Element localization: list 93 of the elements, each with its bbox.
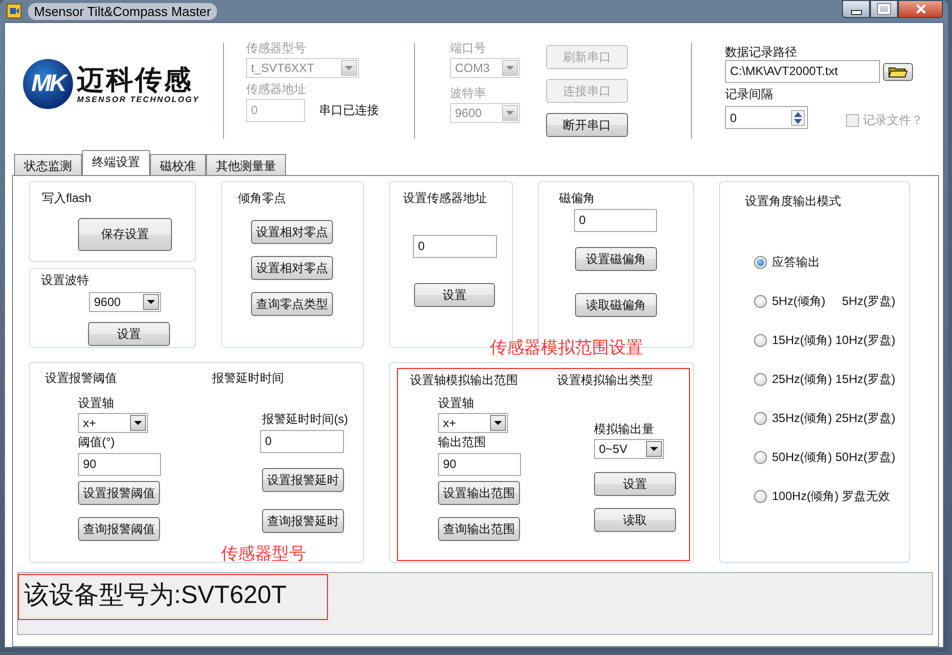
label: 传感器型号 <box>246 41 307 56</box>
annotation-text: 传感器模拟范围设置 <box>490 338 643 358</box>
dropdown[interactable]: 0~5V <box>594 439 664 459</box>
button[interactable]: 查询零点类型 <box>251 292 333 316</box>
radio-label: 50Hz(倾角) 50Hz(罗盘) <box>772 448 896 466</box>
button[interactable]: 设置报警延时 <box>262 468 344 492</box>
label: 传感器地址 <box>246 82 307 97</box>
button[interactable]: 设置 <box>594 472 676 496</box>
label: 数据记录路径 <box>725 45 798 60</box>
radio-label: 35Hz(倾角) 25Hz(罗盘) <box>772 410 896 426</box>
radio-button[interactable] <box>754 256 767 268</box>
button[interactable]: 设置相对零点 <box>251 220 333 244</box>
connection-status: 串口已连接 <box>319 102 379 119</box>
spinner-field[interactable]: 0 <box>725 106 808 129</box>
radio-label: 25Hz(倾角) 15Hz(罗盘) <box>772 370 896 388</box>
close-button[interactable] <box>898 0 943 18</box>
caret-icon <box>345 66 353 70</box>
input-field[interactable]: 0 <box>574 209 657 232</box>
radio-button[interactable] <box>754 490 767 502</box>
input-field[interactable]: 0 <box>413 235 497 258</box>
annotation-text: 传感器型号 <box>221 544 306 564</box>
input-field[interactable]: 90 <box>78 453 161 476</box>
radio-button[interactable] <box>754 372 767 386</box>
up-arrow-icon <box>794 112 802 116</box>
input-field[interactable]: C:\MK\AVT2000T.txt <box>725 60 880 83</box>
panel-title: 设置模拟输出类型 <box>557 373 653 388</box>
radio-label: 15Hz(倾角) 10Hz(罗盘) <box>772 332 896 348</box>
button[interactable]: 设置 <box>414 283 495 307</box>
window-title: Msensor Tilt&Compass Master <box>28 2 217 20</box>
maximize-button[interactable] <box>870 0 898 18</box>
caret-icon <box>134 421 142 425</box>
folder-button[interactable] <box>883 62 913 80</box>
panel-title: 设置报警阈值 <box>45 371 117 386</box>
button[interactable]: 查询报警阈值 <box>78 517 160 541</box>
panel-title: 设置传感器地址 <box>403 191 488 206</box>
logo-tagline: MSENSOR TECHNOLOGY <box>77 94 200 104</box>
radio-label: 100Hz(倾角) 罗盘无效 <box>772 488 890 504</box>
button[interactable]: 查询输出范围 <box>438 517 520 541</box>
button[interactable]: 设置报警阈值 <box>78 481 160 505</box>
caret-icon <box>147 300 155 304</box>
dropdown[interactable]: 9600 <box>89 292 161 312</box>
down-arrow-icon <box>794 118 802 124</box>
panel-title: 磁偏角 <box>559 191 596 206</box>
button[interactable]: 设置磁偏角 <box>575 247 657 271</box>
panel-title: 设置角度输出模式 <box>745 194 842 209</box>
panel-title: 报警延时时间 <box>212 371 284 386</box>
label: 记录间隔 <box>725 87 774 102</box>
close-icon <box>916 4 926 14</box>
dropdown[interactable]: x+ <box>438 413 508 433</box>
caret-icon <box>506 66 514 70</box>
input-field[interactable]: 90 <box>438 453 521 476</box>
button[interactable]: 读取 <box>594 508 676 532</box>
button[interactable]: 保存设置 <box>78 218 172 251</box>
label: 设置轴 <box>438 396 474 411</box>
button[interactable]: 查询报警延时 <box>262 509 344 533</box>
logo-badge: MK <box>23 59 73 109</box>
caret-icon <box>650 447 658 451</box>
tab[interactable]: 终端设置 <box>82 150 150 176</box>
label: 设置轴 <box>78 396 114 411</box>
panel-title: 倾角零点 <box>238 191 287 206</box>
radio-button[interactable] <box>754 334 767 346</box>
tab[interactable]: 磁校准 <box>150 154 206 175</box>
button[interactable]: 读取磁偏角 <box>575 293 657 317</box>
checkbox-label: 记录文件？ <box>863 112 923 129</box>
tab[interactable]: 状态监测 <box>14 154 82 175</box>
tab[interactable]: 其他测量量 <box>206 154 286 175</box>
label: 波特率 <box>450 86 487 101</box>
radio-button[interactable] <box>754 450 767 464</box>
button[interactable]: 设置 <box>88 322 170 346</box>
minimize-button[interactable] <box>842 0 870 18</box>
radio-button[interactable] <box>754 294 767 308</box>
button[interactable]: 断开串口 <box>546 113 628 137</box>
dropdown[interactable]: x+ <box>78 413 148 433</box>
input-field[interactable]: 0 <box>260 430 344 453</box>
label: 报警延时时间(s) <box>262 412 348 427</box>
radio-button[interactable] <box>754 412 767 424</box>
label: 输出范围 <box>438 435 486 450</box>
caret-icon <box>506 111 514 115</box>
radio-label: 应答输出 <box>772 254 820 270</box>
logo-text: 迈科传感 <box>77 64 194 94</box>
button[interactable]: 设置输出范围 <box>438 481 520 505</box>
label: 模拟输出量 <box>594 422 654 437</box>
panel-title: 设置轴模拟输出范围 <box>410 373 518 388</box>
status-message: 该设备型号为:SVT620T <box>24 580 287 611</box>
app-icon <box>6 3 22 19</box>
label: 端口号 <box>450 41 487 56</box>
panel-title: 设置波特 <box>41 273 90 288</box>
folder-icon <box>888 66 908 78</box>
radio-label: 5Hz(倾角) 5Hz(罗盘) <box>772 292 896 310</box>
button[interactable]: 设置相对零点 <box>251 256 333 280</box>
panel-title: 写入flash <box>42 191 92 206</box>
label: 阈值(°) <box>78 435 115 450</box>
caret-icon <box>494 421 502 425</box>
